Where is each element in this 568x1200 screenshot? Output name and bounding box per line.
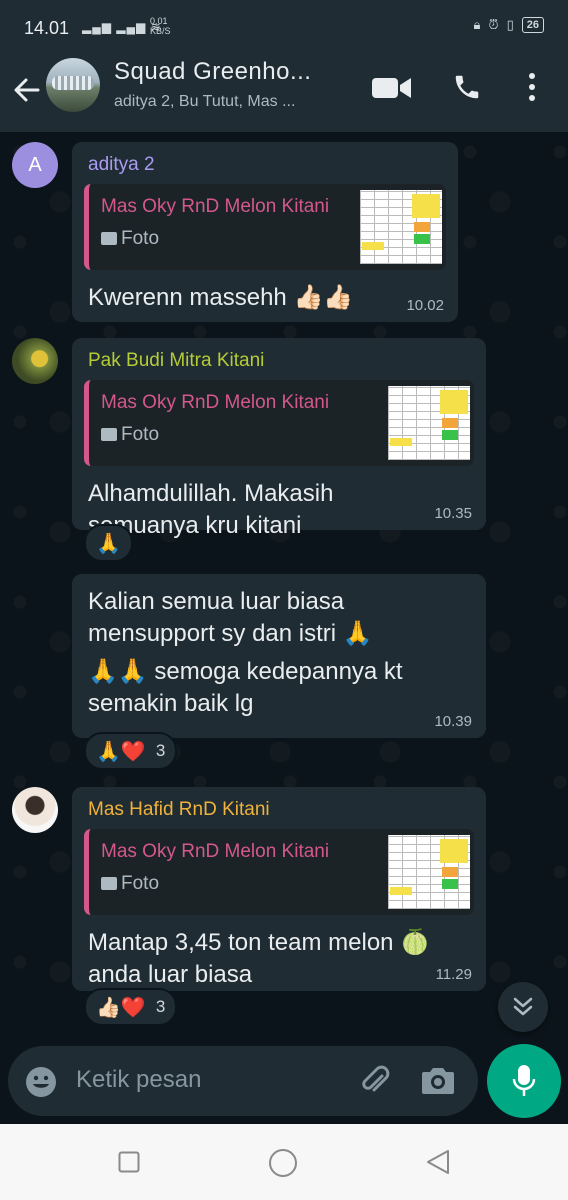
message-input[interactable]: Ketik pesan [76, 1066, 201, 1094]
reaction-emoji: 🙏 [96, 532, 121, 555]
quote-type: Foto [101, 424, 159, 446]
lock-icon: 🔒︎ [473, 17, 481, 32]
voice-message-button[interactable] [487, 1044, 561, 1118]
message-text: Kwerenn massehh 👍🏻👍🏻 [88, 284, 354, 311]
vibrate-icon: ▯ [506, 17, 514, 32]
double-chevron-down-icon [513, 997, 533, 1016]
message-reaction[interactable]: 🙏 [84, 524, 133, 562]
avatar-aditya[interactable]: A [12, 142, 58, 188]
avatar-mas-hafid[interactable] [12, 787, 58, 833]
message-time: 10.35 [434, 505, 472, 522]
video-call-icon[interactable] [372, 74, 412, 102]
message-reaction[interactable]: 🙏❤️ 3 [84, 732, 178, 770]
group-avatar[interactable] [46, 58, 100, 112]
status-time: 14.01 [24, 18, 70, 38]
quote-author: Mas Oky RnD Melon Kitani [101, 841, 330, 862]
battery-icon: 26 [521, 17, 544, 33]
quoted-message[interactable]: Mas Oky RnD Melon Kitani Foto [84, 184, 446, 270]
emoji-icon[interactable] [24, 1065, 58, 1099]
reaction-count: 3 [155, 741, 166, 760]
quote-author: Mas Oky RnD Melon Kitani [101, 392, 330, 413]
message-bubble[interactable]: Kalian semua luar biasa mensupport sy da… [72, 574, 486, 738]
camera-icon[interactable] [420, 1064, 456, 1096]
chat-header: Squad Greenho... aditya 2, Bu Tutut, Mas… [0, 58, 568, 132]
message-text: Mantap 3,45 ton team melon 🍈 anda luar b… [88, 929, 431, 988]
network-speed: 0.01 KB/S [150, 16, 171, 36]
photo-icon [101, 232, 117, 245]
status-icons: 🔒︎ ⏰︎ ▯ 26 [474, 17, 544, 33]
quote-type: Foto [101, 873, 159, 895]
avatar-pak-budi[interactable] [12, 338, 58, 384]
alarm-icon: ⏰︎ [488, 17, 499, 32]
photo-icon [101, 877, 117, 890]
message-reaction[interactable]: 👍🏻❤️ 3 [84, 988, 178, 1026]
status-bar: 14.01 ▂▄▆ ▂▄▆ ≋ 0.01 KB/S 🔒︎ ⏰︎ ▯ 26 [0, 0, 568, 58]
message-time: 10.02 [406, 297, 444, 314]
attachment-icon[interactable] [358, 1064, 392, 1098]
message-text-line2: 🙏🙏 semoga kedepannya kt semakin baik lg [88, 658, 403, 717]
sender-name[interactable]: Mas Hafid RnD Kitani [88, 799, 470, 821]
photo-icon [101, 428, 117, 441]
group-members[interactable]: aditya 2, Bu Tutut, Mas ... [114, 93, 295, 111]
message-bubble[interactable]: Mas Hafid RnD Kitani Mas Oky RnD Melon K… [72, 787, 486, 991]
home-icon[interactable] [268, 1148, 298, 1178]
message-time: 11.29 [435, 966, 472, 983]
message-time: 10.39 [434, 713, 472, 730]
quote-thumbnail [388, 386, 470, 460]
message-bubble[interactable]: aditya 2 Mas Oky RnD Melon Kitani Foto K… [72, 142, 458, 322]
recent-apps-icon[interactable] [118, 1151, 140, 1173]
reaction-emoji: 🙏❤️ [96, 740, 146, 763]
scroll-down-button[interactable] [498, 982, 548, 1032]
quote-thumbnail [388, 835, 470, 909]
sender-name[interactable]: aditya 2 [88, 154, 442, 176]
back-arrow-icon[interactable] [10, 74, 42, 106]
network-speed-value: 0.01 [150, 16, 168, 26]
group-title[interactable]: Squad Greenho... [114, 58, 311, 86]
reaction-count: 3 [155, 997, 166, 1016]
voice-call-icon[interactable] [452, 72, 482, 102]
network-speed-unit: KB/S [150, 26, 171, 36]
back-nav-icon[interactable] [424, 1148, 452, 1176]
more-options-icon[interactable] [526, 72, 538, 102]
system-navigation-bar [0, 1124, 568, 1200]
sender-name[interactable]: Pak Budi Mitra Kitani [88, 350, 470, 372]
chat-area[interactable]: A aditya 2 Mas Oky RnD Melon Kitani Foto… [0, 132, 568, 1040]
microphone-icon [512, 1065, 536, 1096]
quote-thumbnail [360, 190, 442, 264]
reaction-emoji: 👍🏻❤️ [96, 996, 146, 1019]
quote-type: Foto [101, 228, 159, 250]
message-input-bar[interactable]: Ketik pesan [8, 1046, 478, 1116]
quoted-message[interactable]: Mas Oky RnD Melon Kitani Foto [84, 380, 474, 466]
quote-author: Mas Oky RnD Melon Kitani [101, 196, 330, 217]
message-text-line1: Kalian semua luar biasa mensupport sy da… [88, 588, 373, 647]
message-bubble[interactable]: Pak Budi Mitra Kitani Mas Oky RnD Melon … [72, 338, 486, 539]
quoted-message[interactable]: Mas Oky RnD Melon Kitani Foto [84, 829, 474, 915]
